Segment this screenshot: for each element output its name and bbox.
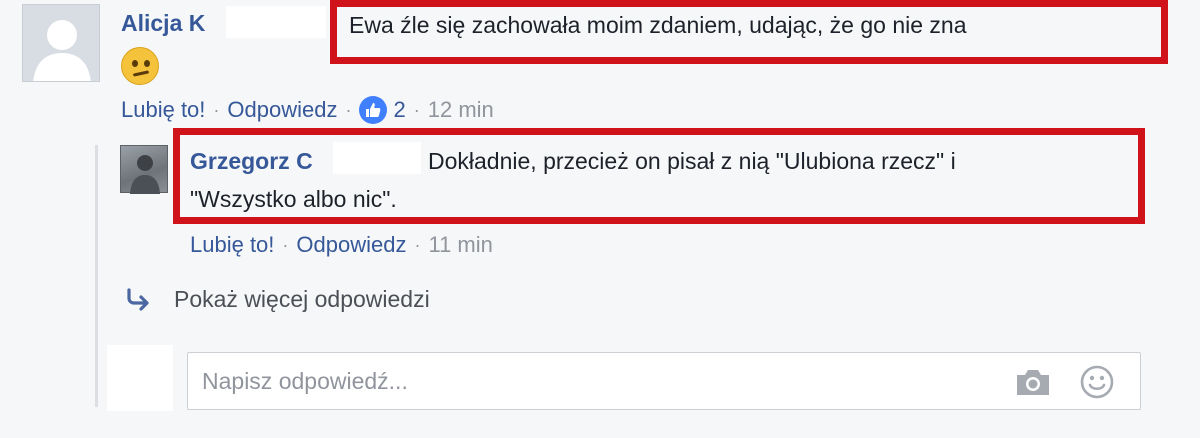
reply-avatar[interactable] [120,145,168,194]
camera-icon[interactable] [1014,367,1052,397]
user-photo-icon [130,155,160,194]
highlight-box [330,0,1168,64]
reply-actions: Lubię to! · Odpowiedz · 11 min [190,232,493,258]
reply-link[interactable]: Odpowiedz [227,97,337,123]
comment-author-name[interactable]: Alicja K [121,10,205,37]
separator: · [345,99,352,120]
name-redaction [226,6,326,38]
separator: · [282,234,289,255]
like-count[interactable]: 2 [393,97,405,123]
comment-timestamp[interactable]: 12 min [428,97,494,123]
smiley-icon[interactable] [1080,365,1114,399]
default-avatar-icon [33,20,91,81]
separator: · [413,99,420,120]
avatar[interactable] [22,4,100,82]
confused-face-emoji-icon [121,47,159,85]
thread-line [95,145,98,407]
compose-avatar [107,345,173,411]
like-link[interactable]: Lubię to! [121,97,205,123]
show-more-replies-label: Pokaż więcej odpowiedzi [174,286,430,312]
compose-box [187,352,1141,410]
highlight-box [173,128,1145,224]
like-link[interactable]: Lubię to! [190,232,274,258]
show-more-replies[interactable]: Pokaż więcej odpowiedzi [124,286,430,313]
reply-link[interactable]: Odpowiedz [296,232,406,258]
reply-input[interactable] [202,353,982,409]
separator: · [414,234,421,255]
separator: · [213,99,220,120]
comment-actions: Lubię to! · Odpowiedz · 2 · 12 min [121,96,494,124]
reply-timestamp[interactable]: 11 min [428,232,492,258]
reply-arrow-icon [127,287,149,311]
thumbs-up-icon[interactable] [359,96,388,124]
